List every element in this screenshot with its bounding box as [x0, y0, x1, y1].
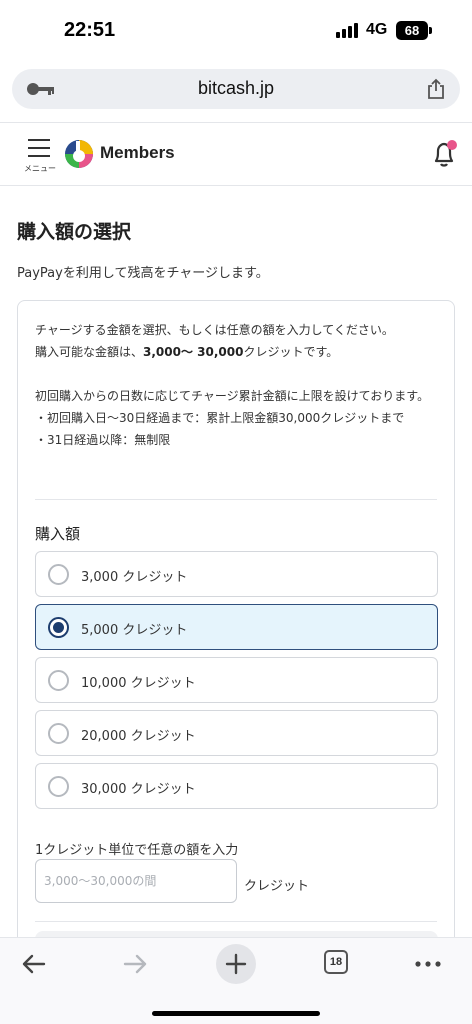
custom-amount-unit: クレジット: [244, 879, 310, 894]
menu-label: メニュー: [24, 164, 56, 173]
battery-icon: 68: [396, 21, 428, 40]
notice-text: チャージする金額を選択、もしくは任意の額を入力してください。 購入可能な金額は、…: [35, 319, 440, 451]
notification-bell-icon[interactable]: [428, 137, 462, 171]
lead-text: PayPayを利用して残高をチャージします。: [17, 266, 269, 281]
option-label: 20,000 クレジット: [81, 729, 196, 744]
signal-icon: [336, 22, 360, 38]
purchase-amount-label: 購入額: [35, 525, 81, 543]
url-text[interactable]: bitcash.jp: [12, 78, 460, 99]
notification-dot: [447, 140, 457, 150]
notice-line: 購入可能な金額は、3,000〜 30,000クレジットです。: [35, 345, 339, 359]
radio-button[interactable]: [48, 564, 69, 585]
radio-button[interactable]: [48, 776, 69, 797]
option-label: 3,000 クレジット: [81, 570, 188, 585]
notice-bullet: ・31日経過以降：無制限: [35, 433, 171, 447]
option-label: 30,000 クレジット: [81, 782, 196, 797]
bitcash-logo[interactable]: [64, 139, 94, 169]
radio-button-selected[interactable]: [48, 617, 69, 638]
option-30000[interactable]: 30,000 クレジット: [35, 763, 438, 809]
custom-amount-label: 1クレジット単位で任意の額を入力: [35, 843, 239, 858]
custom-amount-input[interactable]: [35, 859, 237, 903]
notice-line: 初回購入からの日数に応じてチャージ累計金額に上限を設けております。: [35, 389, 430, 403]
share-icon[interactable]: [426, 78, 446, 100]
forward-arrow-icon[interactable]: [115, 946, 155, 982]
new-tab-button[interactable]: [216, 944, 256, 984]
divider: [35, 921, 437, 922]
option-label: 10,000 クレジット: [81, 676, 196, 691]
hamburger-icon: [28, 139, 50, 141]
page-title: 購入額の選択: [17, 221, 132, 243]
option-10000[interactable]: 10,000 クレジット: [35, 657, 438, 703]
browser-toolbar: 18: [0, 937, 472, 1024]
back-arrow-icon[interactable]: [14, 946, 54, 982]
tabs-button[interactable]: 18: [324, 950, 348, 974]
notice-line: チャージする金額を選択、もしくは任意の額を入力してください。: [35, 323, 394, 337]
battery-tip: [429, 27, 432, 34]
brand-name: Members: [100, 143, 175, 162]
network-type: 4G: [366, 21, 388, 38]
more-icon[interactable]: [408, 946, 448, 982]
menu-button[interactable]: メニュー: [22, 137, 58, 177]
option-20000[interactable]: 20,000 クレジット: [35, 710, 438, 756]
plus-icon: [225, 953, 247, 975]
notice-bullet: ・初回購入日〜30日経過まで：累計上限金額30,000クレジットまで: [35, 411, 405, 425]
status-time: 22:51: [64, 19, 116, 41]
purchase-card: チャージする金額を選択、もしくは任意の額を入力してください。 購入可能な金額は、…: [17, 300, 455, 980]
divider: [35, 499, 437, 500]
option-3000[interactable]: 3,000 クレジット: [35, 551, 438, 597]
site-header: メニュー Members: [0, 122, 472, 186]
radio-button[interactable]: [48, 670, 69, 691]
option-label: 5,000 クレジット: [81, 623, 188, 638]
url-bar[interactable]: bitcash.jp: [12, 69, 460, 109]
radio-button[interactable]: [48, 723, 69, 744]
option-5000[interactable]: 5,000 クレジット: [35, 604, 438, 650]
home-indicator: [152, 1011, 320, 1016]
status-bar: 22:51 4G 68: [0, 0, 472, 60]
